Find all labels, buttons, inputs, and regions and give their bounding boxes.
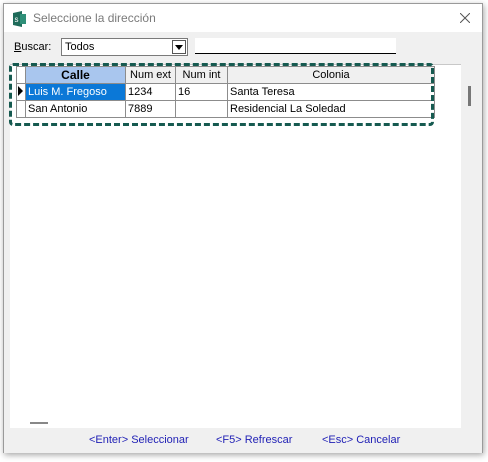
close-icon [460,13,470,23]
search-scope-value: Todos [65,41,95,53]
row-indicator [16,83,26,101]
cell-num-ext[interactable]: 1234 [125,83,176,101]
app-icon: s [13,11,26,27]
table-row[interactable]: Luis M. Fregoso 1234 16 Santa Teresa [16,83,435,101]
close-button[interactable] [448,4,482,32]
horizontal-scrollbar[interactable] [30,422,48,424]
search-label: Buscar: [14,41,52,53]
cell-colonia[interactable]: Residencial La Soledad [227,100,435,118]
cell-colonia[interactable]: Santa Teresa [227,83,435,101]
address-grid: Calle Num ext Num int Colonia Luis M. Fr… [16,66,435,118]
search-scope-select[interactable]: Todos [61,38,188,56]
column-header-calle[interactable]: Calle [25,66,126,84]
scrollbar-thumb[interactable] [468,86,471,106]
select-shortcut-link[interactable]: <Enter> Seleccionar [89,434,189,446]
cancel-shortcut-link[interactable]: <Esc> Cancelar [322,434,400,446]
grid-header-row: Calle Num ext Num int Colonia [16,66,435,84]
search-input[interactable] [195,38,396,54]
cell-calle[interactable]: San Antonio [25,100,126,118]
title-bar: s Seleccione la dirección [4,4,482,32]
column-header-num-int[interactable]: Num int [175,66,228,84]
dropdown-arrow-icon [175,44,183,50]
grid-area [10,64,461,428]
column-header-num-ext[interactable]: Num ext [125,66,176,84]
window-title: Seleccione la dirección [33,11,156,25]
column-header-colonia[interactable]: Colonia [227,66,435,84]
row-indicator-header [16,66,26,84]
refresh-shortcut-link[interactable]: <F5> Refrescar [216,434,292,446]
cell-num-int[interactable] [175,100,228,118]
row-pointer-icon [18,85,23,96]
row-indicator [16,100,26,118]
vertical-scrollbar[interactable] [461,64,481,428]
table-row[interactable]: San Antonio 7889 Residencial La Soledad [16,100,435,118]
dropdown-arrow-button[interactable] [172,40,186,54]
cell-num-ext[interactable]: 7889 [125,100,176,118]
svg-text:s: s [15,15,19,24]
cell-num-int[interactable]: 16 [175,83,228,101]
cell-calle[interactable]: Luis M. Fregoso [25,83,126,101]
status-bar: <Enter> Seleccionar <F5> Refrescar <Esc>… [4,429,482,453]
